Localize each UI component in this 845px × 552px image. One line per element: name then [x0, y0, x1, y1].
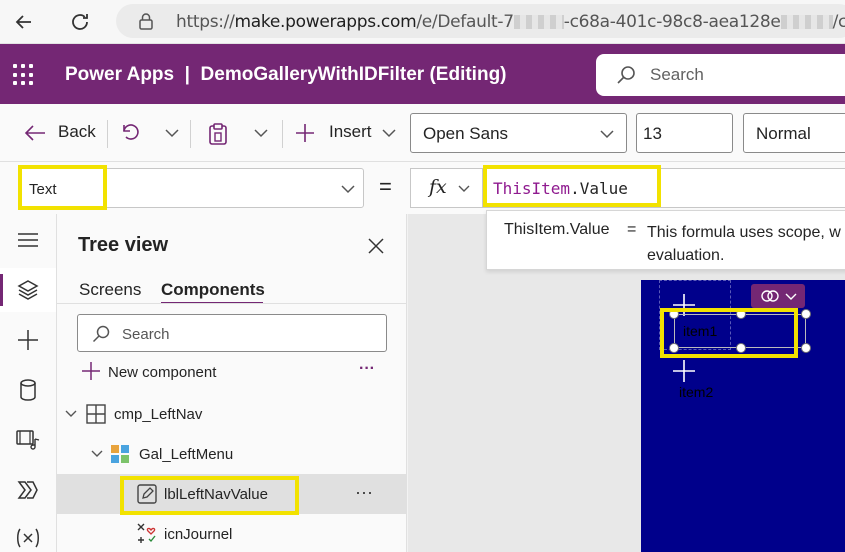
divider: [190, 120, 191, 148]
back-button[interactable]: Back: [58, 122, 96, 142]
more-options-icon[interactable]: ···: [355, 482, 373, 503]
chevron-down-icon[interactable]: [254, 128, 268, 138]
tab-screens[interactable]: Screens: [79, 280, 141, 300]
gallery-item-label: item2: [679, 384, 714, 400]
rail-data-button[interactable]: [0, 368, 56, 412]
database-icon: [20, 379, 36, 401]
chevron-down-icon: [785, 293, 797, 300]
copilot-icon: [761, 290, 779, 302]
divider: [57, 303, 406, 304]
rail-media-button[interactable]: [0, 418, 56, 462]
redacted-region: [780, 15, 833, 29]
arrow-left-icon: [15, 15, 31, 29]
chevron-down-icon[interactable]: [65, 410, 77, 418]
tree-view-panel: Tree view Screens Components Search New …: [57, 214, 407, 552]
rail-menu-button[interactable]: [0, 218, 56, 262]
label-edit-icon: [137, 484, 157, 504]
font-weight-select[interactable]: Normal: [743, 113, 845, 153]
plus-icon: [296, 124, 314, 142]
chevron-down-icon[interactable]: [382, 128, 396, 138]
divider: [107, 120, 108, 148]
refresh-icon: [72, 14, 88, 30]
tree-item-label: lblLeftNavValue: [164, 486, 268, 503]
resize-handle[interactable]: [801, 309, 811, 319]
tree-item-lblleftnavvalue[interactable]: lblLeftNavValue ···: [57, 474, 406, 514]
tree-item-icnjournel[interactable]: icnJournel: [57, 514, 406, 552]
app-launcher-icon[interactable]: [13, 64, 35, 86]
canvas-screen[interactable]: item1 item2: [641, 280, 845, 552]
font-family-select[interactable]: Open Sans: [410, 113, 627, 153]
fx-icon: fx: [429, 176, 447, 198]
chevron-down-icon: [458, 185, 470, 192]
resize-handle[interactable]: [669, 343, 679, 353]
layers-icon: [17, 280, 39, 300]
gallery-item-label: item1: [683, 323, 718, 339]
command-toolbar: Back Insert Open Sans 13 Normal: [0, 104, 845, 162]
tree-view-title: Tree view: [78, 234, 169, 256]
power-automate-icon: [17, 481, 38, 499]
hamburger-icon: [18, 233, 38, 247]
plus-icon: [82, 362, 100, 380]
media-icon: [16, 430, 40, 450]
redacted-region: [513, 15, 564, 29]
formula-tooltip: ThisItem.Value = This formula uses scope…: [486, 210, 845, 270]
url-text: https://make.powerapps.com/e/Default-7 -c…: [176, 12, 845, 32]
undo-icon[interactable]: [120, 122, 140, 144]
gallery-icon: [111, 445, 129, 463]
tree-item-cmp-leftnav[interactable]: cmp_LeftNav: [57, 394, 406, 434]
more-options-icon[interactable]: ···: [359, 360, 375, 378]
tree-search-input[interactable]: Search: [77, 314, 387, 352]
browser-refresh-button[interactable]: [64, 6, 96, 38]
rail-insert-button[interactable]: [0, 318, 56, 362]
component-icon: [86, 404, 106, 424]
copilot-button[interactable]: [751, 284, 805, 308]
chevron-down-icon[interactable]: [91, 450, 103, 458]
divider: [282, 120, 283, 148]
chevron-down-icon: [600, 130, 614, 139]
new-component-button[interactable]: New component: [82, 362, 216, 381]
chevron-down-icon[interactable]: [165, 128, 179, 138]
formula-input[interactable]: ThisItem.Value: [482, 168, 845, 208]
resize-handle[interactable]: [736, 309, 746, 319]
rail-tree-view-button[interactable]: [0, 268, 56, 312]
rail-variables-button[interactable]: [0, 516, 56, 552]
tree-item-label: Gal_LeftMenu: [139, 446, 234, 463]
address-bar[interactable]: https://make.powerapps.com/e/Default-7 -c…: [116, 4, 845, 38]
rail-power-automate-button[interactable]: [0, 468, 56, 512]
search-icon: [92, 325, 110, 343]
resize-handle[interactable]: [801, 343, 811, 353]
variables-icon: [17, 528, 39, 548]
move-cross-icon: [673, 360, 695, 382]
icon-control-icon: [137, 523, 156, 543]
tree-item-gal-leftmenu[interactable]: Gal_LeftMenu: [57, 434, 406, 474]
resize-handle[interactable]: [669, 309, 679, 319]
plus-icon: [18, 330, 38, 350]
font-size-input[interactable]: 13: [636, 113, 733, 153]
search-icon: [617, 66, 635, 84]
tree-item-label: icnJournel: [164, 526, 233, 543]
arrow-left-icon: [24, 125, 45, 141]
equals-sign: =: [379, 174, 392, 199]
close-icon[interactable]: [368, 238, 384, 254]
tab-components[interactable]: Components: [161, 280, 265, 300]
insert-button[interactable]: Insert: [329, 122, 372, 142]
lock-icon: [139, 13, 153, 30]
formula-expression: ThisItem.Value: [493, 179, 628, 198]
left-rail: [0, 214, 57, 552]
browser-back-button[interactable]: [8, 6, 40, 38]
property-select[interactable]: Text: [18, 168, 364, 208]
formula-bar: Text = fx ThisItem.Value: [0, 162, 845, 214]
paste-icon[interactable]: [207, 122, 229, 146]
fx-button[interactable]: fx: [410, 168, 482, 208]
tree-item-label: cmp_LeftNav: [114, 406, 203, 423]
browser-bar: https://make.powerapps.com/e/Default-7 -c…: [0, 0, 845, 44]
resize-handle[interactable]: [736, 343, 746, 353]
app-header: Power Apps | DemoGalleryWithIDFilter (Ed…: [0, 44, 845, 104]
chevron-down-icon: [341, 185, 355, 194]
header-search-input[interactable]: Search: [596, 54, 845, 96]
app-title: Power Apps | DemoGalleryWithIDFilter (Ed…: [65, 64, 507, 85]
